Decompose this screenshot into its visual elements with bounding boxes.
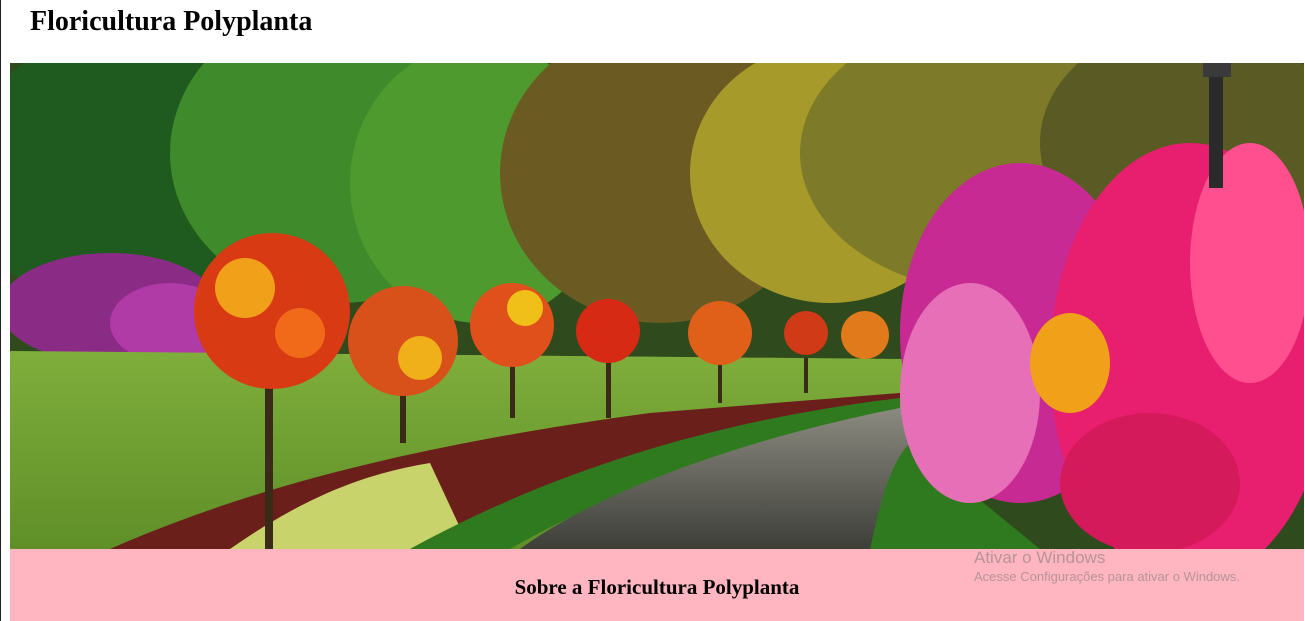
site-title: Floricultura Polyplanta <box>30 6 313 37</box>
hero-image <box>10 63 1304 549</box>
windows-activation-watermark: Ativar o Windows Acesse Configurações pa… <box>974 548 1240 586</box>
garden-photo-icon <box>10 63 1304 549</box>
page: Floricultura Polyplanta Sobre a Floricul… <box>0 0 1305 621</box>
watermark-title: Ativar o Windows <box>974 548 1106 567</box>
watermark-subtitle: Acesse Configurações para ativar o Windo… <box>974 569 1240 584</box>
